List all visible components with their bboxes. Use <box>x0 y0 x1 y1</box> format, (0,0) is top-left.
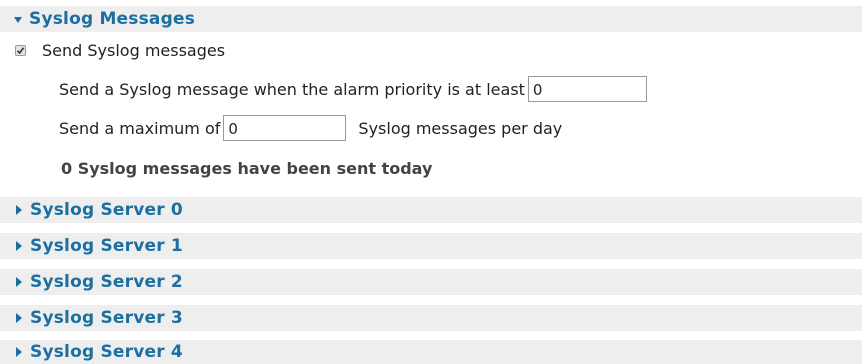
caret-right-icon <box>16 347 22 357</box>
max-messages-input[interactable] <box>223 115 347 141</box>
section-title: Syslog Server 0 <box>30 200 183 220</box>
syslog-server-4-header[interactable]: Syslog Server 4 <box>0 340 862 364</box>
caret-right-icon <box>16 277 22 287</box>
max-suffix-label: Syslog messages per day <box>358 118 563 138</box>
priority-input[interactable] <box>527 76 647 102</box>
section-title: Syslog Messages <box>29 9 196 29</box>
caret-right-icon <box>16 205 22 215</box>
section-title: Syslog Server 4 <box>30 342 183 362</box>
sent-today-status: 0 Syslog messages have been sent today <box>61 159 433 178</box>
max-prefix-label: Send a maximum of <box>59 118 221 138</box>
caret-right-icon <box>16 313 22 323</box>
send-syslog-checkbox[interactable] <box>15 44 26 56</box>
send-syslog-label: Send Syslog messages <box>42 40 226 60</box>
section-title: Syslog Server 2 <box>30 272 183 292</box>
checkmark-icon <box>16 46 25 54</box>
section-title: Syslog Server 3 <box>30 308 183 328</box>
priority-label: Send a Syslog message when the alarm pri… <box>59 79 525 99</box>
caret-down-icon <box>14 17 22 23</box>
syslog-server-3-header[interactable]: Syslog Server 3 <box>0 305 862 331</box>
syslog-server-1-header[interactable]: Syslog Server 1 <box>0 233 862 259</box>
caret-right-icon <box>16 241 22 251</box>
syslog-server-0-header[interactable]: Syslog Server 0 <box>0 197 862 223</box>
priority-row: Send a Syslog message when the alarm pri… <box>59 72 647 106</box>
send-syslog-row: Send Syslog messages <box>15 38 225 62</box>
section-title: Syslog Server 1 <box>30 236 183 256</box>
max-messages-row: Send a maximum of Syslog messages per da… <box>59 111 562 145</box>
syslog-messages-header[interactable]: Syslog Messages <box>0 6 862 32</box>
syslog-server-2-header[interactable]: Syslog Server 2 <box>0 269 862 295</box>
